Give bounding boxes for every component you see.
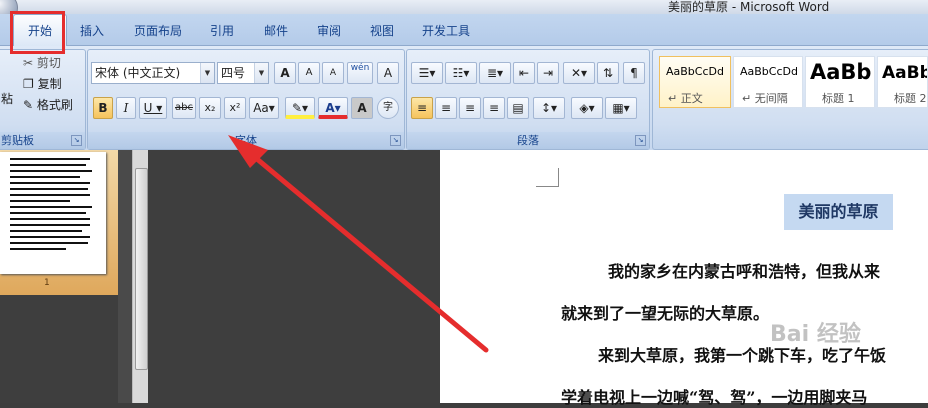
annotation-arrow [228, 135, 489, 353]
